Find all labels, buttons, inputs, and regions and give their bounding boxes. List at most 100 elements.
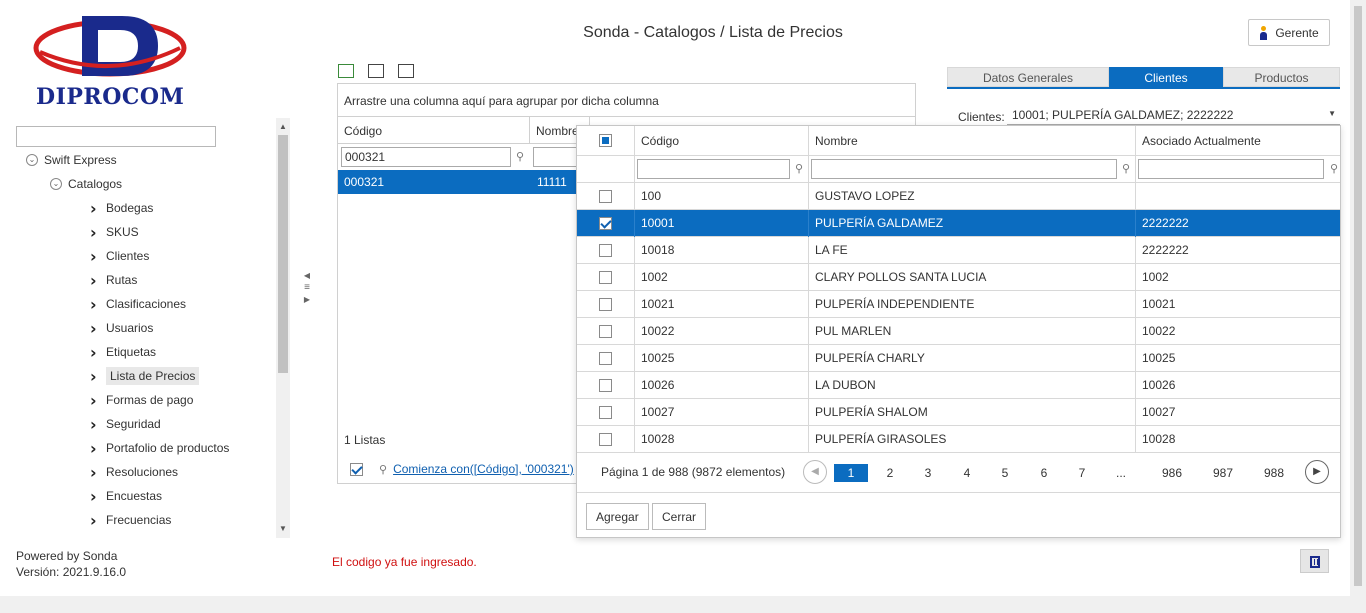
splitter-grip-icon[interactable]: ≡	[302, 282, 312, 294]
row-checkbox[interactable]	[599, 190, 612, 203]
page-button-4[interactable]: 4	[950, 464, 984, 482]
calculator-button[interactable]	[1300, 549, 1329, 573]
panel-splitter[interactable]: ◀ ≡ ▶	[302, 270, 312, 320]
page-button-3[interactable]: 3	[911, 464, 945, 482]
popup-column-codigo[interactable]: Código	[635, 126, 809, 156]
cell-asociado: 2222222	[1136, 237, 1340, 264]
table-row[interactable]: 10021 PULPERÍA INDEPENDIENTE 10021	[577, 291, 1340, 318]
table-row[interactable]: 10001 PULPERÍA GALDAMEZ 2222222	[577, 210, 1340, 237]
sidebar-item-rutas[interactable]: › Rutas	[90, 270, 137, 290]
sidebar-item-clasificaciones[interactable]: › Clasificaciones	[90, 294, 186, 314]
sidebar-item-frecuencias[interactable]: › Frecuencias	[90, 510, 171, 530]
user-label: Gerente	[1275, 25, 1319, 40]
row-checkbox[interactable]	[599, 325, 612, 338]
filter-pin-icon[interactable]: ⚲	[1330, 162, 1338, 175]
page-title: Sonda - Catalogos / Lista de Precios	[583, 24, 843, 41]
sidebar-item-portafolio-de-productos[interactable]: › Portafolio de productos	[90, 438, 229, 458]
tree-scrollbar-thumb[interactable]	[278, 135, 288, 373]
sidebar-item-resoluciones[interactable]: › Resoluciones	[90, 462, 178, 482]
page-scrollbar-thumb[interactable]	[1354, 6, 1362, 586]
table-row[interactable]: 10018 LA FE 2222222	[577, 237, 1340, 264]
next-page-icon[interactable]: ▶	[1305, 460, 1329, 484]
table-row[interactable]: 100 GUSTAVO LOPEZ	[577, 183, 1340, 210]
collapse-icon[interactable]: ⌄	[26, 154, 38, 166]
tree-node-catalogos[interactable]: ⌄ Catalogos	[50, 174, 122, 194]
grid-view-icon[interactable]	[398, 64, 414, 78]
sidebar-item-etiquetas[interactable]: › Etiquetas	[90, 342, 156, 362]
scroll-down-icon[interactable]: ▼	[279, 524, 287, 533]
table-row[interactable]: 10022 PUL MARLEN 10022	[577, 318, 1340, 345]
group-panel[interactable]: Arrastre una columna aquí para agrupar p…	[338, 84, 915, 117]
table-row[interactable]: 10028 PULPERÍA GIRASOLES 10028	[577, 426, 1340, 453]
cell-codigo: 10021	[635, 291, 809, 318]
filter-pin-icon[interactable]: ⚲	[1122, 162, 1130, 175]
filter-pin-icon[interactable]: ⚲	[795, 162, 803, 175]
page-button-5[interactable]: 5	[988, 464, 1022, 482]
sidebar-item-clientes[interactable]: › Clientes	[90, 246, 149, 266]
table-row[interactable]: 1002 CLARY POLLOS SANTA LUCIA 1002	[577, 264, 1340, 291]
sidebar-item-usuarios[interactable]: › Usuarios	[90, 318, 153, 338]
new-record-icon[interactable]	[338, 64, 354, 78]
tab-productos[interactable]: Productos	[1223, 67, 1340, 87]
chevron-right-icon: ›	[90, 510, 97, 530]
row-checkbox[interactable]	[599, 217, 612, 230]
tab-datos-generales[interactable]: Datos Generales	[947, 67, 1109, 87]
page-button-2[interactable]: 2	[873, 464, 907, 482]
row-checkbox[interactable]	[599, 244, 612, 257]
cell-nombre: PULPERÍA CHARLY	[809, 345, 1136, 372]
popup-column-nombre[interactable]: Nombre	[809, 126, 1136, 156]
tree-node-root[interactable]: ⌄ Swift Express	[26, 150, 117, 170]
popup-codigo-filter-input[interactable]	[637, 159, 790, 179]
row-checkbox[interactable]	[599, 271, 612, 284]
row-checkbox[interactable]	[599, 433, 612, 446]
page-button-986[interactable]: 986	[1155, 464, 1189, 482]
prev-page-icon[interactable]: ◀	[803, 460, 827, 484]
row-checkbox[interactable]	[599, 352, 612, 365]
sidebar-item-lista-de-precios[interactable]: › Lista de Precios	[90, 366, 200, 386]
popup-nombre-filter-input[interactable]	[811, 159, 1117, 179]
chevron-right-icon: ›	[90, 486, 97, 506]
scroll-up-icon[interactable]: ▲	[279, 122, 287, 131]
collapse-left-icon[interactable]: ◀	[302, 270, 312, 282]
column-header-codigo[interactable]: Código	[338, 117, 530, 144]
close-button[interactable]: Cerrar	[652, 503, 707, 530]
sidebar-item-formas-de-pago[interactable]: › Formas de pago	[90, 390, 193, 410]
sidebar-item-skus[interactable]: › SKUS	[90, 222, 139, 242]
clients-dropdown[interactable]: 10001; PULPERÍA GALDAMEZ; 2222222 ▼	[1007, 104, 1340, 125]
filter-cell-codigo: ⚲	[635, 156, 809, 183]
filter-pin-icon[interactable]: ⚲	[516, 150, 524, 163]
sidebar-item-encuestas[interactable]: › Encuestas	[90, 486, 162, 506]
details-icon[interactable]	[368, 64, 384, 78]
page-ellipsis[interactable]: ...	[1104, 464, 1138, 482]
table-row[interactable]: 10026 LA DUBON 10026	[577, 372, 1340, 399]
cell-asociado: 10026	[1136, 372, 1340, 399]
collapse-icon[interactable]: ⌄	[50, 178, 62, 190]
sidebar-item-seguridad[interactable]: › Seguridad	[90, 414, 161, 434]
row-checkbox[interactable]	[599, 379, 612, 392]
codigo-filter-input[interactable]: 000321	[341, 147, 511, 167]
row-checkbox[interactable]	[599, 406, 612, 419]
page-horizontal-scrollbar[interactable]	[0, 596, 1350, 613]
filter-enabled-checkbox[interactable]	[350, 462, 363, 476]
popup-column-asociado[interactable]: Asociado Actualmente	[1136, 126, 1340, 156]
expand-right-icon[interactable]: ▶	[302, 294, 312, 306]
row-checkbox[interactable]	[599, 298, 612, 311]
page-button-1[interactable]: 1	[834, 464, 868, 482]
cell-nombre: PUL MARLEN	[809, 318, 1136, 345]
chevron-down-icon[interactable]: ▼	[1328, 109, 1336, 118]
tab-clientes[interactable]: Clientes	[1109, 67, 1223, 87]
page-button-7[interactable]: 7	[1065, 464, 1099, 482]
filter-expression-link[interactable]: Comienza con([Código], '000321')	[393, 462, 574, 476]
navigation-tree: ⌄ Swift Express ⌄ Catalogos › Bodegas › SKUS › Cl…	[16, 148, 274, 538]
page-button-6[interactable]: 6	[1027, 464, 1061, 482]
page-button-988[interactable]: 988	[1257, 464, 1291, 482]
popup-asociado-filter-input[interactable]	[1138, 159, 1324, 179]
table-row[interactable]: 10027 PULPERÍA SHALOM 10027	[577, 399, 1340, 426]
table-row[interactable]: 10025 PULPERÍA CHARLY 10025	[577, 345, 1340, 372]
select-all-checkbox[interactable]	[599, 134, 612, 147]
user-menu-button[interactable]: Gerente	[1248, 19, 1330, 46]
add-button[interactable]: Agregar	[586, 503, 649, 530]
page-button-987[interactable]: 987	[1206, 464, 1240, 482]
sidebar-item-bodegas[interactable]: › Bodegas	[90, 198, 153, 218]
tree-search-input[interactable]	[16, 126, 216, 147]
